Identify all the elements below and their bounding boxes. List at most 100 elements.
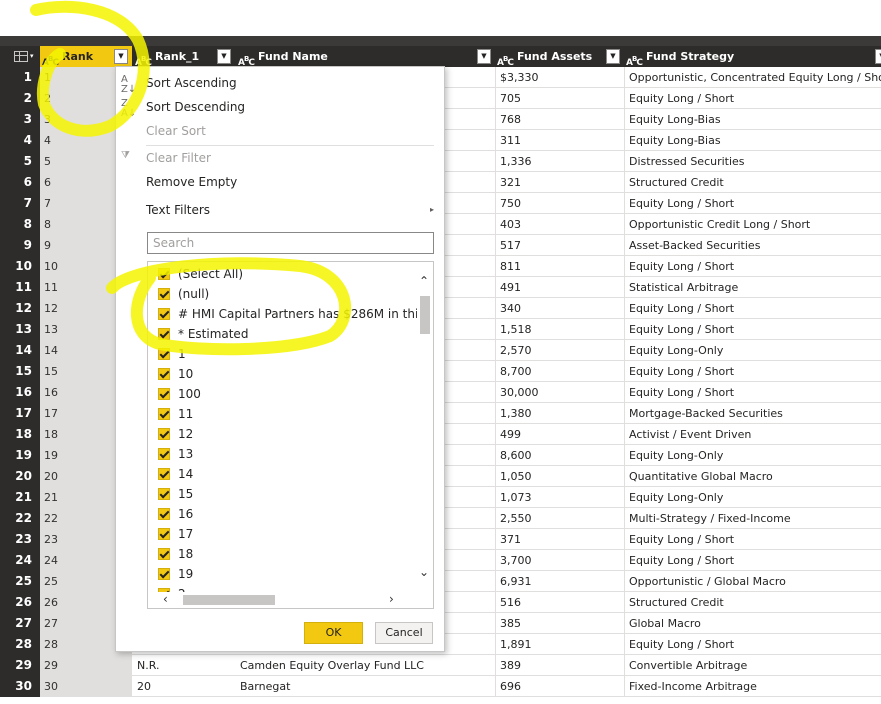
row-number[interactable]: 30	[0, 676, 40, 697]
cell-fund-assets[interactable]: 385	[495, 613, 623, 634]
cell-fund-assets[interactable]: 30,000	[495, 382, 623, 403]
cell-fund-assets[interactable]: 321	[495, 172, 623, 193]
row-number[interactable]: 13	[0, 319, 40, 340]
cell-fund-strategy[interactable]: Distressed Securities	[624, 151, 881, 172]
scrollbar-thumb[interactable]	[183, 595, 275, 605]
column-filter-dropdown-icon[interactable]: ▼	[477, 49, 491, 64]
cell-fund-strategy[interactable]: Equity Long-Only	[624, 340, 881, 361]
cell-fund-strategy[interactable]: Equity Long / Short	[624, 298, 881, 319]
filter-value-item[interactable]: 19	[158, 564, 193, 584]
row-number[interactable]: 9	[0, 235, 40, 256]
checkbox-checked-icon[interactable]	[158, 428, 170, 440]
row-number[interactable]: 12	[0, 298, 40, 319]
cell-fund-strategy[interactable]: Equity Long-Bias	[624, 130, 881, 151]
cell-fund-assets[interactable]: 3,700	[495, 550, 623, 571]
horizontal-scrollbar[interactable]: ‹ ›	[148, 592, 433, 608]
sort-ascending-item[interactable]: Sort Ascending	[146, 76, 237, 90]
row-number[interactable]: 21	[0, 487, 40, 508]
cell-fund-assets[interactable]: 1,073	[495, 487, 623, 508]
cell-fund-strategy[interactable]: Structured Credit	[624, 172, 881, 193]
row-number[interactable]: 28	[0, 634, 40, 655]
cell-fund-strategy[interactable]: Equity Long / Short	[624, 88, 881, 109]
row-number[interactable]: 2	[0, 88, 40, 109]
table-menu-button[interactable]: ▾	[0, 46, 40, 67]
cell-fund-strategy[interactable]: Equity Long / Short	[624, 382, 881, 403]
row-number[interactable]: 14	[0, 340, 40, 361]
cell-fund-assets[interactable]: 750	[495, 193, 623, 214]
checkbox-checked-icon[interactable]	[158, 268, 170, 280]
cell-fund-assets[interactable]: 2,550	[495, 508, 623, 529]
row-number[interactable]: 19	[0, 445, 40, 466]
cell-fund-assets[interactable]: 768	[495, 109, 623, 130]
cell-rank[interactable]: 29	[40, 655, 132, 676]
column-header-fund-strategy[interactable]: ABC Fund Strategy ▼	[624, 46, 881, 67]
cell-fund-strategy[interactable]: Equity Long / Short	[624, 529, 881, 550]
checkbox-checked-icon[interactable]	[158, 568, 170, 580]
checkbox-checked-icon[interactable]	[158, 348, 170, 360]
cell-fund-assets[interactable]: 6,931	[495, 571, 623, 592]
cell-fund-strategy[interactable]: Equity Long-Bias	[624, 109, 881, 130]
cell-fund-strategy[interactable]: Structured Credit	[624, 592, 881, 613]
checkbox-checked-icon[interactable]	[158, 288, 170, 300]
filter-value-item[interactable]: 13	[158, 444, 193, 464]
row-number[interactable]: 16	[0, 382, 40, 403]
cell-fund-assets[interactable]: 1,891	[495, 634, 623, 655]
column-filter-dropdown-icon[interactable]: ▼	[875, 49, 881, 64]
cell-fund-strategy[interactable]: Asset-Backed Securities	[624, 235, 881, 256]
filter-value-item[interactable]: # HMI Capital Partners has $286M in this…	[158, 304, 433, 324]
cell-fund-assets[interactable]: 516	[495, 592, 623, 613]
cell-fund-strategy[interactable]: Global Macro	[624, 613, 881, 634]
column-filter-dropdown-icon[interactable]: ▼	[217, 49, 231, 64]
cell-fund-strategy[interactable]: Convertible Arbitrage	[624, 655, 881, 676]
scroll-right-icon[interactable]: ›	[389, 592, 394, 606]
cell-fund-assets[interactable]: 340	[495, 298, 623, 319]
checkbox-checked-icon[interactable]	[158, 528, 170, 540]
column-header-rank[interactable]: ABC Rank ▼	[40, 46, 132, 67]
row-number[interactable]: 10	[0, 256, 40, 277]
filter-search-box[interactable]	[147, 232, 434, 254]
cell-rank[interactable]: 30	[40, 676, 132, 697]
cell-fund-assets[interactable]: 311	[495, 130, 623, 151]
filter-value-item[interactable]: 11	[158, 404, 193, 424]
cell-fund-assets[interactable]: 403	[495, 214, 623, 235]
filter-value-item[interactable]: 17	[158, 524, 193, 544]
checkbox-checked-icon[interactable]	[158, 548, 170, 560]
cell-fund-assets[interactable]: 491	[495, 277, 623, 298]
row-number[interactable]: 4	[0, 130, 40, 151]
row-number[interactable]: 18	[0, 424, 40, 445]
cell-fund-name[interactable]: Camden Equity Overlay Fund LLC	[236, 655, 494, 676]
filter-value-item[interactable]: 16	[158, 504, 193, 524]
checkbox-checked-icon[interactable]	[158, 368, 170, 380]
filter-value-item[interactable]: 1	[158, 344, 186, 364]
row-number[interactable]: 3	[0, 109, 40, 130]
cell-fund-assets[interactable]: 1,336	[495, 151, 623, 172]
cell-fund-strategy[interactable]: Activist / Event Driven	[624, 424, 881, 445]
checkbox-checked-icon[interactable]	[158, 448, 170, 460]
cell-fund-strategy[interactable]: Fixed-Income Arbitrage	[624, 676, 881, 697]
filter-value-item[interactable]: 10	[158, 364, 193, 384]
row-number[interactable]: 27	[0, 613, 40, 634]
cell-fund-assets[interactable]: $3,330	[495, 67, 623, 88]
row-number[interactable]: 24	[0, 550, 40, 571]
remove-empty-item[interactable]: Remove Empty	[146, 175, 237, 189]
clear-filter-item[interactable]: Clear Filter	[146, 151, 211, 165]
row-number[interactable]: 17	[0, 403, 40, 424]
row-number[interactable]: 5	[0, 151, 40, 172]
filter-value-item[interactable]: 100	[158, 384, 201, 404]
row-number[interactable]: 6	[0, 172, 40, 193]
column-header-fund-name[interactable]: ABC Fund Name ▼	[236, 46, 494, 67]
cell-fund-assets[interactable]: 696	[495, 676, 623, 697]
cell-fund-strategy[interactable]: Equity Long / Short	[624, 634, 881, 655]
clear-sort-item[interactable]: Clear Sort	[146, 124, 206, 138]
text-filters-item[interactable]: Text Filters	[146, 203, 210, 217]
row-number[interactable]: 20	[0, 466, 40, 487]
checkbox-checked-icon[interactable]	[158, 388, 170, 400]
cell-fund-assets[interactable]: 389	[495, 655, 623, 676]
cell-fund-strategy[interactable]: Equity Long / Short	[624, 550, 881, 571]
cell-fund-assets[interactable]: 8,600	[495, 445, 623, 466]
cell-fund-assets[interactable]: 1,050	[495, 466, 623, 487]
cell-fund-assets[interactable]: 371	[495, 529, 623, 550]
cell-fund-assets[interactable]: 2,570	[495, 340, 623, 361]
cell-fund-strategy[interactable]: Equity Long / Short	[624, 361, 881, 382]
row-number[interactable]: 11	[0, 277, 40, 298]
